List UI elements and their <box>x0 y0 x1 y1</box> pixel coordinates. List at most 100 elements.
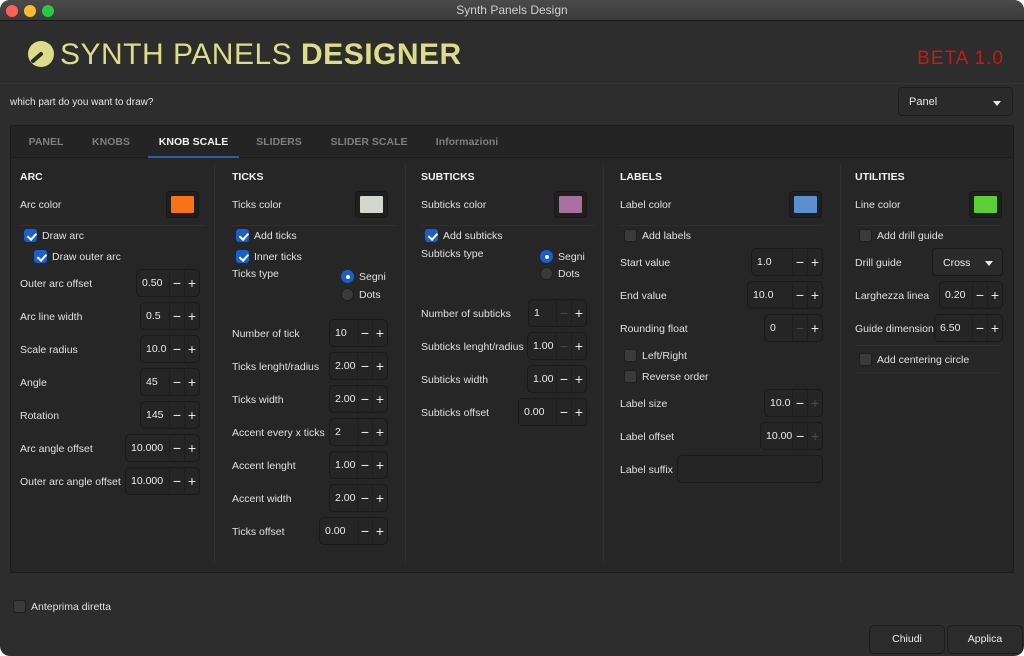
spin-value[interactable]: 145 <box>141 409 169 421</box>
decrement-button[interactable]: − <box>169 369 184 395</box>
minimize-window-button[interactable] <box>24 5 36 17</box>
decrement-button[interactable]: − <box>357 452 372 478</box>
increment-button[interactable]: + <box>807 315 822 341</box>
increment-button[interactable]: + <box>372 419 387 445</box>
tab-knob-scale[interactable]: KNOB SCALE <box>148 126 239 158</box>
spin-value[interactable]: 10 <box>330 327 357 339</box>
decrement-button[interactable]: − <box>169 303 184 329</box>
decrement-button[interactable]: − <box>169 435 184 461</box>
arc-line-width-spinbox[interactable]: 0.5− + <box>140 302 200 330</box>
ticks-type-segni-radio[interactable]: Segni <box>341 270 386 283</box>
spin-value[interactable]: 1.00 <box>528 373 556 385</box>
decrement-button[interactable]: − <box>792 390 807 416</box>
subticks-type-segni-radio[interactable]: Segni <box>540 250 585 263</box>
tab-sliders[interactable]: SLIDERS <box>251 126 307 158</box>
line-width-spinbox[interactable]: 0.20− + <box>939 281 1003 309</box>
increment-button[interactable]: + <box>184 303 199 329</box>
spin-value[interactable]: 0.50 <box>137 277 169 289</box>
label-color-picker[interactable] <box>789 191 822 218</box>
increment-button[interactable]: + <box>807 249 822 275</box>
spin-value[interactable]: 10.0 <box>141 343 169 355</box>
spin-value[interactable]: 2 <box>330 426 357 438</box>
checkbox-box[interactable] <box>859 229 872 242</box>
add-ticks-checkbox[interactable]: Add ticks <box>236 229 297 242</box>
increment-button[interactable]: + <box>372 452 387 478</box>
decrement-button[interactable]: − <box>972 282 987 308</box>
spin-value[interactable]: 1 <box>529 307 556 319</box>
increment-button[interactable]: + <box>571 366 586 392</box>
outer-arc-offset-spinbox[interactable]: 0.50− + <box>136 269 200 297</box>
increment-button[interactable]: + <box>807 282 822 308</box>
label-size-spinbox[interactable]: 10.0− + <box>764 389 823 417</box>
spin-value[interactable]: 1.00 <box>528 340 556 352</box>
decrement-button[interactable]: − <box>556 399 571 425</box>
increment-button[interactable]: + <box>372 353 387 379</box>
decrement-button[interactable]: − <box>972 315 987 341</box>
rotation-spinbox[interactable]: 145− + <box>140 401 200 429</box>
increment-button[interactable]: + <box>372 320 387 346</box>
increment-button[interactable]: + <box>807 423 822 449</box>
radio-dot[interactable] <box>341 270 354 283</box>
increment-button[interactable]: + <box>184 468 199 494</box>
add-drill-guide-checkbox[interactable]: Add drill guide <box>859 229 944 242</box>
start-value-spinbox[interactable]: 1.0− + <box>751 248 823 276</box>
increment-button[interactable]: + <box>372 518 387 544</box>
spin-value[interactable]: 0.00 <box>519 406 556 418</box>
spin-value[interactable]: 0.5 <box>141 310 169 322</box>
spin-value[interactable]: 2.00 <box>330 492 357 504</box>
increment-button[interactable]: + <box>372 485 387 511</box>
subticks-offset-spinbox[interactable]: 0.00− + <box>518 398 587 426</box>
add-centering-circle-checkbox[interactable]: Add centering circle <box>859 353 969 366</box>
decrement-button[interactable]: − <box>169 336 184 362</box>
increment-button[interactable]: + <box>571 300 586 326</box>
tab-slider-scale[interactable]: SLIDER SCALE <box>325 126 413 158</box>
add-subticks-checkbox[interactable]: Add subticks <box>425 229 503 242</box>
tab-informazioni[interactable]: Informazioni <box>429 126 505 158</box>
spin-value[interactable]: 0.00 <box>320 525 357 537</box>
increment-button[interactable]: + <box>571 333 586 359</box>
increment-button[interactable]: + <box>987 315 1002 341</box>
spin-value[interactable]: 10.00 <box>761 430 792 442</box>
draw-arc-checkbox[interactable]: Draw arc <box>24 229 84 242</box>
draw-outer-arc-checkbox[interactable]: Draw outer arc <box>34 250 121 263</box>
number-of-subticks-spinbox[interactable]: 1− + <box>528 299 587 327</box>
subticks-width-spinbox[interactable]: 1.00− + <box>527 365 587 393</box>
number-of-tick-spinbox[interactable]: 10− + <box>329 319 388 347</box>
increment-button[interactable]: + <box>184 270 199 296</box>
subticks-color-picker[interactable] <box>554 191 587 218</box>
decrement-button[interactable]: − <box>792 315 807 341</box>
spin-value[interactable]: 45 <box>141 376 169 388</box>
increment-button[interactable]: + <box>372 386 387 412</box>
spin-value[interactable]: 2.00 <box>330 360 357 372</box>
spin-value[interactable]: 2.00 <box>330 393 357 405</box>
guide-dimension-spinbox[interactable]: 6.50− + <box>934 314 1003 342</box>
increment-button[interactable]: + <box>571 399 586 425</box>
reverse-order-checkbox[interactable]: Reverse order <box>624 370 709 383</box>
subticks-type-dots-radio[interactable]: Dots <box>540 267 580 280</box>
decrement-button[interactable]: − <box>792 423 807 449</box>
ticks-color-picker[interactable] <box>355 191 388 218</box>
radio-dot[interactable] <box>341 288 354 301</box>
spin-value[interactable]: 0.20 <box>940 289 972 301</box>
checkbox-box[interactable] <box>425 229 438 242</box>
checkbox-box[interactable] <box>24 229 37 242</box>
subticks-length-spinbox[interactable]: 1.00− + <box>527 332 587 360</box>
spin-value[interactable]: 1.0 <box>752 256 792 268</box>
accent-every-spinbox[interactable]: 2− + <box>329 418 388 446</box>
inner-ticks-checkbox[interactable]: Inner ticks <box>236 250 302 263</box>
decrement-button[interactable]: − <box>169 468 184 494</box>
checkbox-box[interactable] <box>859 353 872 366</box>
tab-knobs[interactable]: KNOBS <box>85 126 137 158</box>
decrement-button[interactable]: − <box>357 320 372 346</box>
arc-angle-offset-spinbox[interactable]: 10.000− + <box>125 434 200 462</box>
checkbox-box[interactable] <box>624 349 637 362</box>
increment-button[interactable]: + <box>184 402 199 428</box>
spin-value[interactable]: 10.0 <box>748 289 792 301</box>
scale-radius-spinbox[interactable]: 10.0− + <box>140 335 200 363</box>
outer-arc-angle-offset-spinbox[interactable]: 10.000− + <box>125 467 200 495</box>
close-window-button[interactable] <box>6 5 18 17</box>
checkbox-box[interactable] <box>624 229 637 242</box>
checkbox-box[interactable] <box>34 250 47 263</box>
decrement-button[interactable]: − <box>556 333 571 359</box>
rounding-float-spinbox[interactable]: 0− + <box>764 314 823 342</box>
